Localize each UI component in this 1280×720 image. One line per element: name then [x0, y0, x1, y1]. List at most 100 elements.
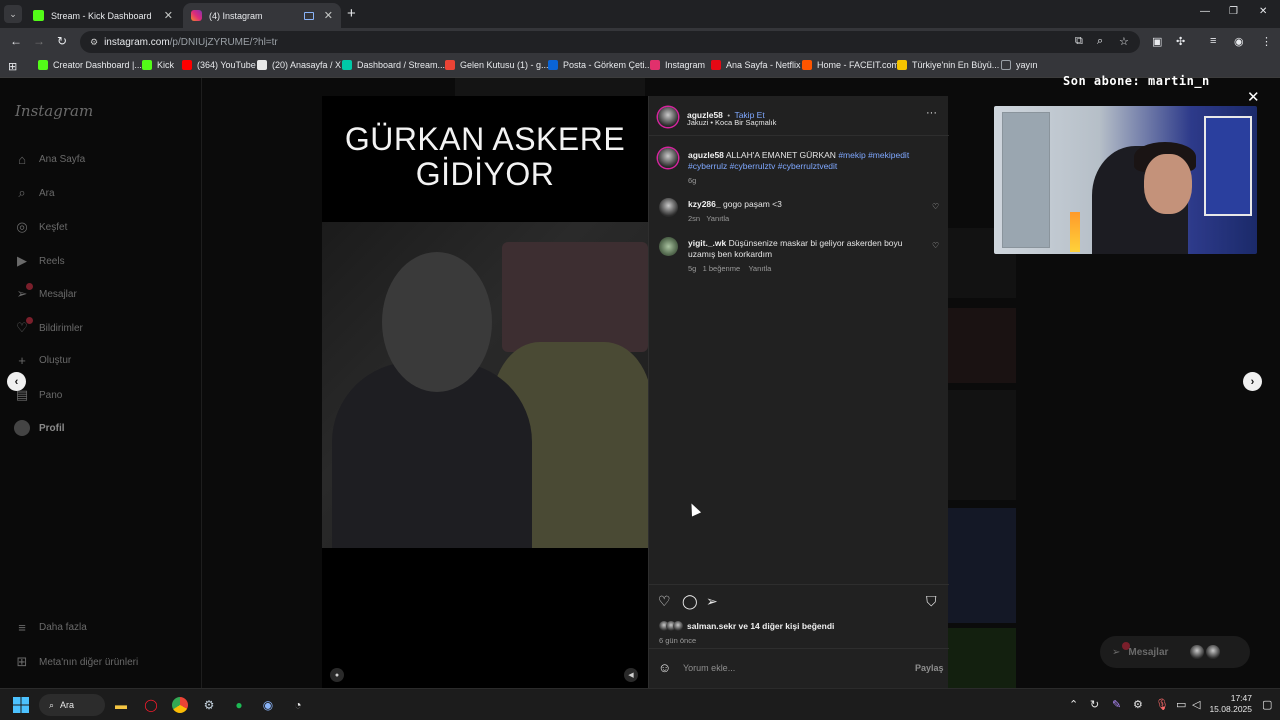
sidebar-item-search[interactable]: ⌕ Ara	[14, 185, 54, 201]
comment-input[interactable]: Yorum ekle...	[683, 663, 735, 673]
emoji-icon[interactable]: ☺	[658, 660, 671, 675]
sidebar-item-notifications[interactable]: ♡ Bildirimler	[14, 317, 83, 336]
sidebar-item-home[interactable]: ⌂ Ana Sayfa	[14, 152, 85, 167]
author-avatar[interactable]	[658, 107, 678, 127]
like-comment-icon[interactable]: ♡	[932, 241, 939, 250]
sync-icon[interactable]: ↻	[1090, 698, 1099, 711]
microphone-icon[interactable]: 🎙	[1155, 698, 1169, 711]
instagram-logo[interactable]: Instagram	[15, 102, 93, 120]
spotify-icon[interactable]: ●	[230, 696, 248, 714]
tab-kick-dashboard[interactable]: Stream - Kick Dashboard ✕	[25, 3, 181, 28]
bookmark-star-icon[interactable]: ☆	[1119, 35, 1129, 48]
comment-likes[interactable]: 1 beğenme	[703, 264, 741, 273]
taskbar-search[interactable]: ⌕ Ara	[39, 694, 105, 716]
bookmark-outlook[interactable]: Posta - Görkem Çeti...	[548, 60, 652, 70]
close-post-icon[interactable]: ✕	[1247, 88, 1260, 106]
bookmark-kick[interactable]: Kick	[142, 60, 174, 70]
last-subscriber-label: Son abone: martin_n	[1063, 74, 1210, 88]
sidebar-item-reels[interactable]: ▶ Reels	[14, 253, 65, 269]
media-icon[interactable]: ≡	[1210, 35, 1216, 47]
forward-icon[interactable]: →	[33, 34, 45, 48]
file-explorer-icon[interactable]: ▬	[112, 696, 130, 714]
sidebar-item-profile[interactable]: Profil	[14, 420, 65, 436]
menu-icon[interactable]: ⋮	[1261, 35, 1272, 48]
more-options-icon[interactable]: ···	[926, 107, 937, 119]
share-icon[interactable]: ➢	[706, 593, 718, 610]
comment-icon[interactable]: ◯	[682, 593, 698, 610]
steam-icon[interactable]: ⚙	[200, 696, 218, 714]
extension-icon[interactable]: ▣	[1152, 35, 1162, 48]
bookmark-youtube[interactable]: (364) YouTube	[182, 60, 256, 70]
puzzle-icon[interactable]: ✣	[1176, 35, 1185, 48]
comment-username[interactable]: yigit._.wk	[688, 238, 726, 248]
like-comment-icon[interactable]: ♡	[932, 202, 939, 211]
bookmark-gmail[interactable]: Gelen Kutusu (1) - g...	[445, 60, 549, 70]
bookmark-x[interactable]: (20) Anasayfa / X	[257, 60, 341, 70]
sidebar-item-more[interactable]: ≡ Daha fazla	[14, 620, 87, 635]
windows-start-icon[interactable]	[12, 696, 30, 714]
address-bar[interactable]: ⚙ instagram.com/p/DNIUjZYRUME/?hl=tr	[80, 31, 1140, 53]
notifications-icon[interactable]: ▢	[1262, 698, 1272, 711]
volume-icon[interactable]: ◀	[624, 668, 638, 682]
obs-icon[interactable]: ◔	[289, 696, 307, 714]
bookmark-netflix[interactable]: Ana Sayfa - Netflix	[711, 60, 801, 70]
sidebar-item-create[interactable]: + Oluştur	[14, 353, 71, 368]
like-icon[interactable]: ♡	[658, 593, 671, 610]
caption-avatar[interactable]	[658, 148, 678, 168]
opera-icon[interactable]: ◯	[142, 696, 160, 714]
next-post-button[interactable]: ›	[1243, 372, 1262, 391]
steam-tray-icon[interactable]: ⚙	[1133, 698, 1143, 711]
reload-icon[interactable]: ↻	[57, 34, 67, 48]
chrome-icon[interactable]	[171, 696, 189, 714]
apps-grid-icon[interactable]: ⊞	[8, 60, 17, 73]
tray-app-icon[interactable]: ✎	[1112, 698, 1121, 711]
app-icon[interactable]: ◉	[259, 696, 277, 714]
comment-item: kzy286_ gogo paşam <3 2sn Yanıtla	[688, 199, 918, 223]
reel-video[interactable]: GÜRKAN ASKERE GİDİYOR ● ◀	[322, 96, 648, 688]
likes-summary[interactable]: salman.sekr ve 14 diğer kişi beğendi	[659, 621, 834, 631]
bookmark-faceit[interactable]: Home - FACEIT.com	[802, 60, 899, 70]
bookmark-folder-yayin[interactable]: yayın	[1001, 60, 1038, 70]
clock-date: 15.08.2025	[1209, 704, 1252, 714]
new-tab-button[interactable]: +	[347, 5, 356, 22]
search-icon: ⌕	[18, 185, 26, 200]
tab-label: (4) Instagram	[209, 10, 263, 21]
install-app-icon[interactable]: ⧉	[1075, 35, 1083, 48]
sidebar-item-meta[interactable]: ⊞ Meta'nın diğer ürünleri	[14, 654, 139, 670]
back-icon[interactable]: ←	[10, 34, 22, 48]
sidebar-item-messages[interactable]: ➢ Mesajlar	[14, 283, 77, 302]
bookmark-stream-dashboard[interactable]: Dashboard / Stream...	[342, 60, 445, 70]
profile-avatar-icon[interactable]: ◉	[1234, 35, 1244, 48]
bookmark-instagram[interactable]: Instagram	[650, 60, 705, 70]
minimize-icon[interactable]: —	[1200, 6, 1210, 17]
tab-instagram[interactable]: (4) Instagram ✕	[183, 3, 341, 28]
reply-button[interactable]: Yanıtla	[706, 214, 729, 223]
caption-hashtags[interactable]: #cyberrulz #cyberrulztv #cyberrulztvedit	[688, 161, 837, 171]
comment-username[interactable]: kzy286_	[688, 199, 721, 209]
bookmark-turkiye[interactable]: Türkiye'nin En Büyü...	[897, 60, 999, 70]
tab-search-button[interactable]: ⌄	[4, 5, 22, 23]
post-comment-button[interactable]: Paylaş	[915, 663, 944, 673]
show-hidden-icons[interactable]: ⌃	[1069, 698, 1078, 711]
audio-track[interactable]: Jakuzi • Koca Bir Saçmalık	[687, 118, 776, 127]
sidebar-item-explore[interactable]: ◎ Keşfet	[14, 219, 67, 235]
site-info-icon[interactable]: ⚙	[90, 37, 98, 48]
save-bookmark-icon[interactable]: ⛉	[926, 593, 937, 610]
caption-hashtags[interactable]: #mekip #mekipedit	[838, 150, 909, 160]
bookmark-creator-dashboard[interactable]: Creator Dashboard |...	[38, 60, 142, 70]
messages-pill[interactable]: ➢ Mesajlar	[1100, 636, 1250, 668]
volume-icon[interactable]: ◁	[1192, 698, 1200, 711]
caption-username[interactable]: aguzle58	[688, 150, 724, 160]
commenter-avatar[interactable]	[659, 237, 678, 256]
window-close-icon[interactable]: ✕	[1259, 6, 1267, 17]
close-icon[interactable]: ✕	[324, 9, 333, 22]
network-icon[interactable]: ▭	[1176, 698, 1186, 711]
system-clock[interactable]: 17:47 15.08.2025	[1208, 693, 1252, 715]
previous-post-button[interactable]: ‹	[7, 372, 26, 391]
reply-button[interactable]: Yanıtla	[748, 264, 771, 273]
tagged-user-icon[interactable]: ●	[330, 668, 344, 682]
restore-icon[interactable]: ❐	[1229, 6, 1238, 17]
zoom-icon[interactable]: ⌕	[1097, 35, 1103, 48]
commenter-avatar[interactable]	[659, 198, 678, 217]
close-icon[interactable]: ✕	[164, 9, 173, 22]
